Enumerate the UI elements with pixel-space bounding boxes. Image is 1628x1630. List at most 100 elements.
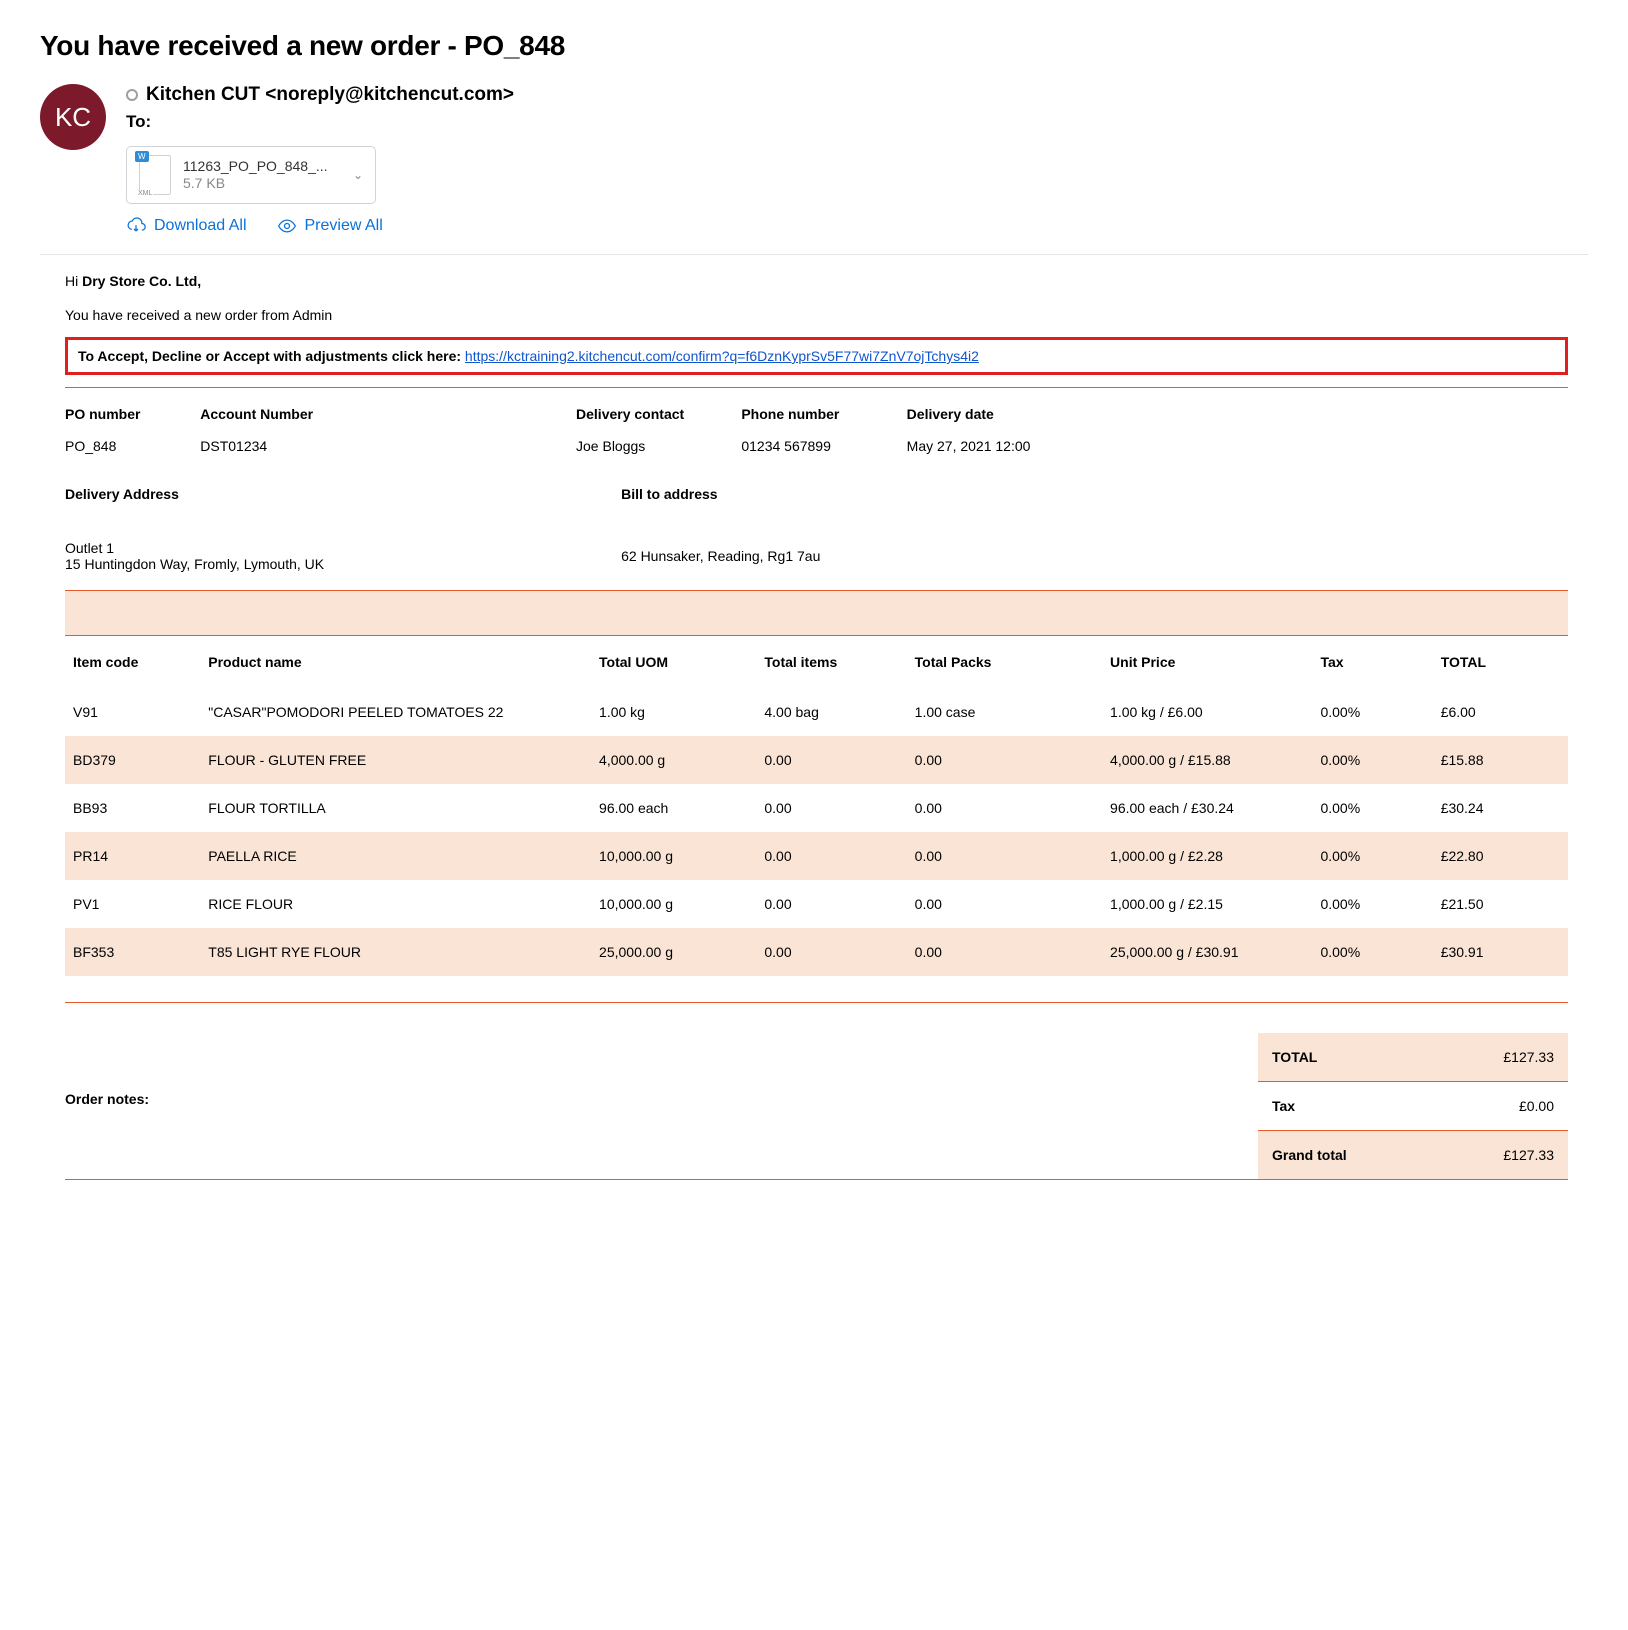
cell-items: 4.00 bag	[756, 688, 906, 736]
cell-packs: 0.00	[907, 832, 1102, 880]
cell-code: PR14	[65, 832, 200, 880]
cell-total: £6.00	[1433, 688, 1568, 736]
cell-total: £22.80	[1433, 832, 1568, 880]
td-contact: Joe Bloggs	[576, 430, 741, 474]
divider	[65, 1002, 1568, 1003]
cell-unit: 4,000.00 g / £15.88	[1102, 736, 1312, 784]
td-date: May 27, 2021 12:00	[907, 430, 1568, 474]
from-line: Kitchen CUT <noreply@kitchencut.com>	[126, 84, 1588, 106]
order-info-table: PO number Account Number Delivery contac…	[65, 388, 1568, 474]
cell-packs: 1.00 case	[907, 688, 1102, 736]
attachment-chip[interactable]: W XML 11263_PO_PO_848_... 5.7 KB ⌄	[126, 146, 376, 204]
cell-total: £30.24	[1433, 784, 1568, 832]
attachment-name: 11263_PO_PO_848_...	[183, 158, 341, 176]
th-total: TOTAL	[1433, 636, 1568, 688]
cell-packs: 0.00	[907, 784, 1102, 832]
confirm-callout: To Accept, Decline or Accept with adjust…	[65, 337, 1568, 375]
tax-value: £0.00	[1519, 1098, 1554, 1114]
total-label: TOTAL	[1272, 1049, 1317, 1065]
cell-items: 0.00	[756, 880, 906, 928]
cell-packs: 0.00	[907, 880, 1102, 928]
line-items-table: Item code Product name Total UOM Total i…	[65, 636, 1568, 976]
cell-total: £15.88	[1433, 736, 1568, 784]
totals-block: TOTAL £127.33 Tax £0.00 Grand total £127…	[1258, 1033, 1568, 1179]
delivery-address-line2: 15 Huntingdon Way, Fromly, Lymouth, UK	[65, 556, 621, 572]
cell-total: £21.50	[1433, 880, 1568, 928]
table-row: BD379FLOUR - GLUTEN FREE4,000.00 g0.000.…	[65, 736, 1568, 784]
cell-items: 0.00	[756, 928, 906, 976]
th-total-packs: Total Packs	[907, 636, 1102, 688]
cell-packs: 0.00	[907, 928, 1102, 976]
th-phone: Phone number	[741, 388, 906, 430]
table-row: BB93FLOUR TORTILLA96.00 each0.000.0096.0…	[65, 784, 1568, 832]
cell-name: PAELLA RICE	[200, 832, 591, 880]
order-notes-label: Order notes:	[65, 1091, 1258, 1107]
cell-unit: 1,000.00 g / £2.28	[1102, 832, 1312, 880]
cell-code: BD379	[65, 736, 200, 784]
td-phone: 01234 567899	[741, 430, 906, 474]
cloud-download-icon	[126, 216, 146, 236]
cell-tax: 0.00%	[1312, 928, 1432, 976]
cell-items: 0.00	[756, 736, 906, 784]
cell-uom: 1.00 kg	[591, 688, 756, 736]
bill-address-line: 62 Hunsaker, Reading, Rg1 7au	[621, 548, 1568, 564]
td-po: PO_848	[65, 430, 200, 474]
section-band	[65, 591, 1568, 635]
cell-tax: 0.00%	[1312, 880, 1432, 928]
cell-tax: 0.00%	[1312, 736, 1432, 784]
cell-code: BF353	[65, 928, 200, 976]
cell-items: 0.00	[756, 784, 906, 832]
total-value: £127.33	[1503, 1049, 1554, 1065]
cell-name: FLOUR - GLUTEN FREE	[200, 736, 591, 784]
th-tax: Tax	[1312, 636, 1432, 688]
cell-name: FLOUR TORTILLA	[200, 784, 591, 832]
th-total-uom: Total UOM	[591, 636, 756, 688]
th-po: PO number	[65, 388, 200, 430]
eye-icon	[277, 216, 297, 236]
cell-uom: 10,000.00 g	[591, 832, 756, 880]
cell-name: RICE FLOUR	[200, 880, 591, 928]
confirm-prefix: To Accept, Decline or Accept with adjust…	[78, 348, 465, 364]
grand-total-label: Grand total	[1272, 1147, 1347, 1163]
cell-uom: 10,000.00 g	[591, 880, 756, 928]
chevron-down-icon[interactable]: ⌄	[353, 168, 363, 182]
divider	[65, 1179, 1568, 1180]
grand-total-value: £127.33	[1503, 1147, 1554, 1163]
to-label: To:	[126, 112, 1588, 132]
preview-all-link[interactable]: Preview All	[277, 216, 383, 236]
greeting-line: Hi Dry Store Co. Ltd,	[65, 273, 1568, 289]
cell-items: 0.00	[756, 832, 906, 880]
confirm-link[interactable]: https://kctraining2.kitchencut.com/confi…	[465, 348, 979, 364]
xml-file-icon: W XML	[139, 155, 171, 195]
th-total-items: Total items	[756, 636, 906, 688]
delivery-address-line1: Outlet 1	[65, 540, 621, 556]
cell-unit: 1,000.00 g / £2.15	[1102, 880, 1312, 928]
cell-name: T85 LIGHT RYE FLOUR	[200, 928, 591, 976]
table-row: BF353T85 LIGHT RYE FLOUR25,000.00 g0.000…	[65, 928, 1568, 976]
table-row: PV1RICE FLOUR10,000.00 g0.000.001,000.00…	[65, 880, 1568, 928]
cell-unit: 1.00 kg / £6.00	[1102, 688, 1312, 736]
cell-tax: 0.00%	[1312, 688, 1432, 736]
th-acct: Account Number	[200, 388, 576, 430]
presence-ring-icon	[126, 89, 138, 101]
table-row: PR14PAELLA RICE10,000.00 g0.000.001,000.…	[65, 832, 1568, 880]
cell-total: £30.91	[1433, 928, 1568, 976]
intro-line: You have received a new order from Admin	[65, 307, 1568, 323]
th-unit-price: Unit Price	[1102, 636, 1312, 688]
cell-code: PV1	[65, 880, 200, 928]
email-subject: You have received a new order - PO_848	[40, 30, 1588, 62]
tax-label: Tax	[1272, 1098, 1295, 1114]
delivery-address-label: Delivery Address	[65, 486, 621, 502]
cell-name: "CASAR"POMODORI PEELED TOMATOES 22	[200, 688, 591, 736]
cell-code: BB93	[65, 784, 200, 832]
download-all-link[interactable]: Download All	[126, 216, 247, 236]
cell-code: V91	[65, 688, 200, 736]
attachment-size: 5.7 KB	[183, 175, 341, 193]
cell-tax: 0.00%	[1312, 832, 1432, 880]
sender-avatar: KC	[40, 84, 106, 150]
cell-uom: 96.00 each	[591, 784, 756, 832]
cell-tax: 0.00%	[1312, 784, 1432, 832]
th-contact: Delivery contact	[576, 388, 741, 430]
cell-packs: 0.00	[907, 736, 1102, 784]
td-acct: DST01234	[200, 430, 576, 474]
